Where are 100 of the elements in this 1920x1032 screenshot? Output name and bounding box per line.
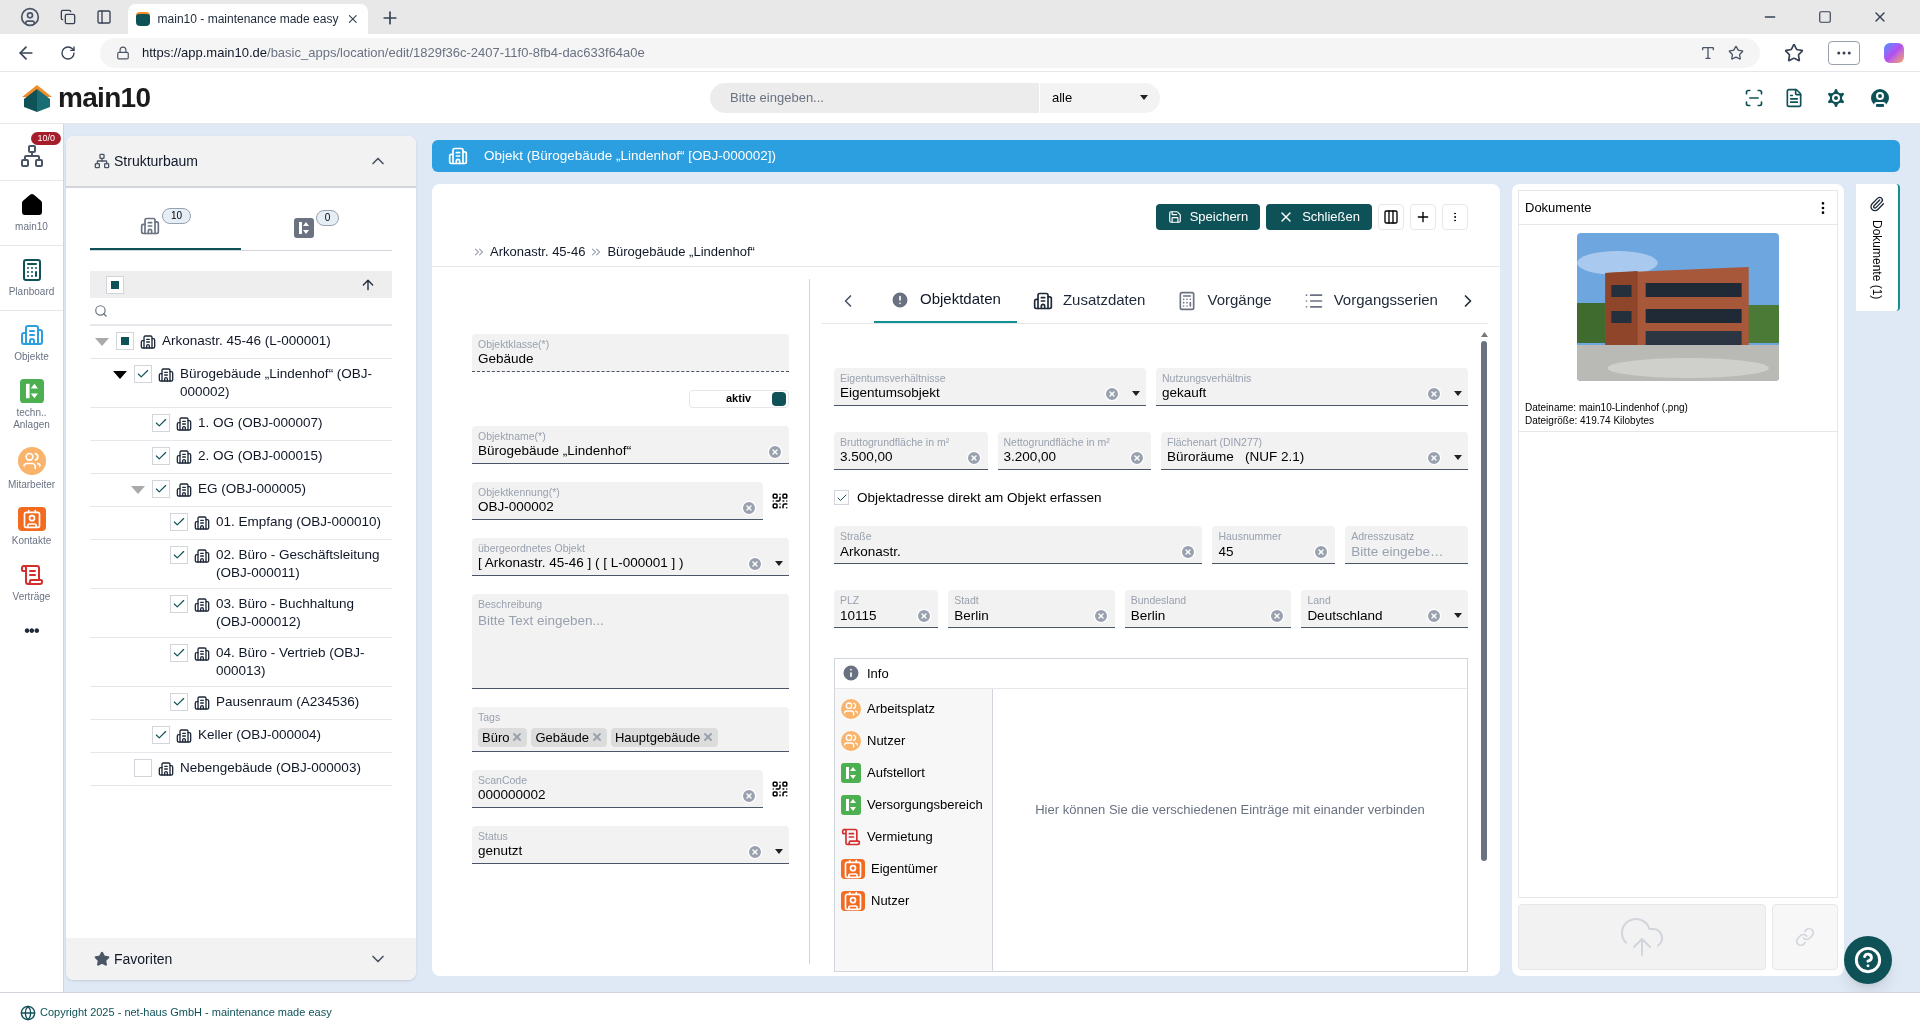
checkbox[interactable] [152, 726, 170, 744]
profile-icon[interactable] [20, 7, 40, 27]
tree-item-label[interactable]: 02. Büro - Geschäftsleitung (OBJ-000011) [216, 546, 388, 582]
input-field[interactable]: ScanCode 000000002 [472, 769, 763, 808]
checkbox[interactable] [170, 513, 188, 531]
input-field[interactable]: Objektname(*) Bürogebäude „Lindenhof“ [472, 425, 789, 464]
input-field[interactable]: PLZ 10115 [834, 589, 939, 628]
relation-item[interactable]: Arbeitsplatz [867, 699, 935, 719]
text-input[interactable]: 45 [1218, 541, 1314, 562]
read-aloud-icon[interactable] [1700, 44, 1716, 61]
side-tab[interactable]: Dokumente (1) [1856, 184, 1900, 312]
tree-item-label[interactable]: Pausenraum (A234536) [216, 693, 360, 711]
nav-item[interactable]: Objekte [0, 323, 63, 367]
tree-item-label[interactable]: 04. Büro - Vertrieb (OBJ-000013) [216, 644, 388, 680]
text-input[interactable]: 3.200,00 [1003, 447, 1129, 468]
checkbox[interactable] [152, 414, 170, 432]
breadcrumb-link[interactable]: Arkonastr. 45-46 [490, 242, 586, 262]
checkbox[interactable] [134, 365, 152, 383]
clear-icon[interactable] [747, 555, 763, 572]
dropdown-caret-icon[interactable] [775, 849, 783, 854]
checkbox-label[interactable]: Objektadresse direkt am Objekt erfassen [857, 487, 1102, 508]
tab[interactable]: Objektdaten [874, 278, 1017, 323]
clear-icon[interactable] [916, 607, 933, 624]
text-input[interactable]: Büroräume (NUF 2.1) [1167, 447, 1426, 468]
plus-icon[interactable] [1410, 204, 1436, 230]
tree-item-label[interactable]: 01. Empfang (OBJ-000010) [216, 513, 382, 531]
tab[interactable]: Vorgänge [1161, 278, 1288, 323]
clear-icon[interactable] [1092, 607, 1109, 624]
tree-item-label[interactable]: Keller (OBJ-000004) [198, 726, 322, 744]
address-bar[interactable]: https://app.main10.de/basic_apps/location/edit/1829f36c-2407-11f0-8fb4-dac633f64a0e [100, 37, 1760, 68]
caret-icon[interactable] [113, 371, 127, 379]
collections-icon[interactable] [60, 9, 76, 25]
tree-tab[interactable]: 10 [90, 204, 241, 250]
qr-code-icon[interactable] [771, 491, 789, 510]
dropdown-field[interactable]: Eigentumsverhältnisse Eigentumsobjekt [834, 367, 1146, 406]
close-tab-icon[interactable] [346, 12, 360, 26]
toggle-switch[interactable]: aktiv [689, 389, 789, 408]
tree-item-label[interactable]: Nebengebäude (OBJ-000003) [180, 759, 361, 777]
clear-icon[interactable] [965, 449, 982, 466]
input-field[interactable]: Bundesland Berlin [1124, 589, 1292, 628]
maximize-icon[interactable] [1818, 10, 1832, 24]
text-input[interactable]: 000000002 [478, 785, 741, 806]
clear-icon[interactable] [1269, 607, 1286, 624]
nav-item[interactable]: ••• [0, 619, 63, 647]
nav-item[interactable]: 10/0 [0, 128, 63, 181]
clear-icon[interactable] [1313, 543, 1330, 560]
text-input[interactable]: Deutschland [1307, 605, 1426, 626]
tree-item-label[interactable]: Arkonastr. 45-46 (L-000001) [162, 332, 331, 350]
dropdown-field[interactable]: Land Deutschland [1301, 589, 1468, 628]
checkbox[interactable] [116, 332, 134, 350]
text-input[interactable]: gekauft [1162, 383, 1426, 404]
reload-icon[interactable] [60, 44, 76, 61]
checkbox[interactable] [152, 447, 170, 465]
input-field[interactable]: Hausnummer 45 [1212, 525, 1336, 564]
dropdown-field[interactable]: Status genutzt [472, 825, 789, 864]
checkbox[interactable] [170, 546, 188, 564]
nav-item[interactable]: Verträge [0, 563, 63, 607]
panel-header[interactable]: Strukturbaum [66, 136, 416, 188]
clear-icon[interactable] [1426, 607, 1442, 624]
dropdown-caret-icon[interactable] [1454, 391, 1462, 396]
dropdown-field[interactable]: Flächenart (DIN277) Büroräume (NUF 2.1) [1161, 431, 1468, 470]
browser-tab[interactable]: main10 - maintenance made easy [128, 4, 368, 34]
input-field[interactable]: Bruttogrundfläche in m² 3.500,00 [834, 431, 988, 470]
text-input[interactable]: Bitte Text eingeben... [478, 610, 783, 688]
text-input[interactable]: Berlin [954, 605, 1093, 626]
nav-item[interactable]: main10 [0, 193, 63, 246]
breadcrumb-link[interactable]: Bürogebäude „Lindenhof“ [607, 242, 755, 262]
clear-icon[interactable] [1104, 385, 1120, 402]
relation-item[interactable]: Vermietung [867, 827, 933, 847]
text-input[interactable]: Bürogebäude „Lindenhof“ [478, 441, 767, 462]
checkbox[interactable] [134, 759, 152, 777]
panel-header[interactable]: Favoriten [66, 938, 416, 980]
scan-icon[interactable] [1744, 87, 1764, 108]
clear-icon[interactable] [1426, 385, 1442, 402]
scope-dropdown[interactable]: alle [1040, 82, 1160, 113]
dropdown-field[interactable]: übergeordnetes Objekt [ Arkonastr. 45-46 ] ( [ L-000001 ] ) [472, 537, 789, 576]
nav-item[interactable]: Kontakte [0, 507, 63, 551]
nav-item[interactable]: techn.. Anlagen [0, 379, 63, 435]
relation-item[interactable]: Nutzer [867, 731, 906, 751]
checkbox[interactable] [834, 490, 849, 506]
tree-item-label[interactable]: 2. OG (OBJ-000015) [198, 447, 323, 465]
clear-icon[interactable] [747, 843, 763, 860]
tree-item-label[interactable]: 1. OG (OBJ-000007) [198, 414, 323, 432]
tab[interactable]: Vorgangsserien [1287, 278, 1454, 323]
checkbox[interactable] [152, 480, 170, 498]
tree-item-label[interactable]: 03. Büro - Buchhaltung (OBJ-000012) [216, 595, 388, 631]
dropdown-caret-icon[interactable] [1454, 613, 1462, 619]
tree-tab[interactable]: 0 [241, 204, 392, 250]
input-field[interactable]: Straße Arkonastr. [834, 525, 1203, 564]
input-field[interactable]: Objektklasse(*) Gebäude [472, 333, 789, 372]
input-field[interactable]: Objektkennung(*) OBJ-000002 [472, 481, 763, 520]
clear-icon[interactable] [1180, 543, 1197, 560]
text-input[interactable]: Berlin [1130, 605, 1270, 626]
scrollbar-thumb[interactable] [1481, 340, 1487, 861]
relation-item[interactable]: Aufstellort [867, 763, 925, 783]
text-input[interactable]: OBJ-000002 [478, 497, 741, 518]
clear-icon[interactable] [741, 787, 757, 804]
dropdown-caret-icon[interactable] [1132, 391, 1140, 396]
checkbox[interactable] [170, 644, 188, 662]
save-button[interactable]: Speichern [1155, 204, 1261, 230]
